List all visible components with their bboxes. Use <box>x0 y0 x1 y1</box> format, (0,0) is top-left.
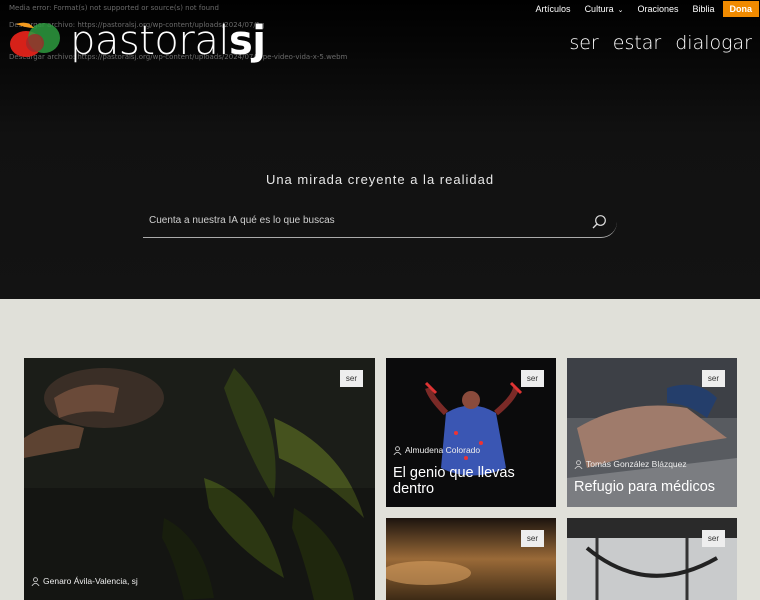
media-error-text: Media error: Format(s) not supported or … <box>9 4 219 12</box>
category-tag[interactable]: ser <box>520 530 544 547</box>
main-navigation: ser estar dialogar <box>555 32 752 54</box>
logo-text-light: pastoral <box>70 18 229 64</box>
nav-oraciones[interactable]: Oraciones <box>637 4 678 14</box>
site-logo[interactable]: pastoralsj <box>8 18 266 64</box>
category-tag[interactable]: ser <box>701 530 725 547</box>
nav-articulos[interactable]: Artículos <box>536 4 571 14</box>
hero-tagline: Una mirada creyente a la realidad <box>265 172 495 187</box>
nav-cultura[interactable]: Cultura ⌄ <box>585 4 624 14</box>
article-card[interactable]: ser <box>567 518 737 600</box>
top-navigation: Artículos Cultura ⌄ Oraciones Biblia Dona <box>536 0 760 18</box>
article-card[interactable]: ser Tomás González Blázquez Refugio para… <box>567 358 737 507</box>
article-card[interactable]: ser <box>386 518 556 600</box>
nav-dialogar[interactable]: dialogar <box>675 32 752 54</box>
logo-text-bold: sj <box>228 18 266 64</box>
card-author-name: Almudena Colorado <box>405 445 481 455</box>
category-tag[interactable]: ser <box>520 370 544 387</box>
chevron-down-icon: ⌄ <box>617 7 624 14</box>
article-card-large[interactable]: ser Genaro Ávila-Valencia, sj <box>24 358 375 600</box>
donate-button[interactable]: Dona <box>722 1 759 17</box>
category-tag[interactable]: ser <box>339 370 363 387</box>
user-icon <box>574 459 583 469</box>
hero-section: Media error: Format(s) not supported or … <box>0 0 760 299</box>
search-input[interactable] <box>149 215 579 226</box>
card-title[interactable]: Refugio para médicos <box>574 479 734 495</box>
card-author-name: Genaro Ávila-Valencia, sj <box>43 576 138 586</box>
nav-estar[interactable]: estar <box>613 32 662 54</box>
category-tag[interactable]: ser <box>701 370 725 387</box>
nav-biblia[interactable]: Biblia <box>692 4 714 14</box>
card-image-plant <box>24 358 375 600</box>
card-author[interactable]: Almudena Colorado <box>393 445 480 455</box>
article-card[interactable]: ser Almudena Colorado El genio que lleva… <box>386 358 556 507</box>
logo-wordmark: pastoralsj <box>70 21 266 61</box>
user-icon <box>393 445 402 455</box>
card-author[interactable]: Genaro Ávila-Valencia, sj <box>31 576 138 586</box>
search-icon[interactable] <box>591 214 607 230</box>
card-title[interactable]: El genio que llevas dentro <box>393 465 553 497</box>
card-author-name: Tomás González Blázquez <box>586 459 687 469</box>
card-author[interactable]: Tomás González Blázquez <box>574 459 687 469</box>
search-bar <box>143 209 617 238</box>
nav-cultura-label: Cultura <box>584 4 614 14</box>
user-icon <box>31 576 40 586</box>
nav-ser[interactable]: ser <box>569 32 598 54</box>
logo-icon <box>10 22 60 57</box>
